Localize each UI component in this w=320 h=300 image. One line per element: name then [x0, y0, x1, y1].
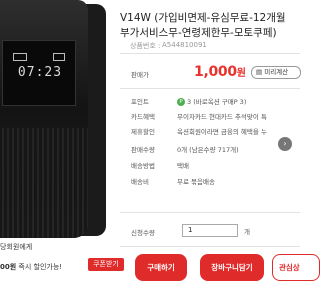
- stock-label: 판매수량: [131, 146, 155, 154]
- point-value: P3 (바로옥션 구매P 3): [177, 96, 246, 106]
- point-amount: 3: [187, 98, 192, 106]
- card-benefit-value[interactable]: 무이자카드 현대카드 추석맞이 특: [177, 111, 267, 121]
- coupon-button[interactable]: 쿠폰받기: [88, 258, 124, 271]
- point-badge-icon: P: [177, 98, 185, 106]
- shipping-method-label: 배송방법: [131, 162, 155, 170]
- partner-discount-value[interactable]: 옥션회원이라면 금융의 혜택을 누: [177, 126, 267, 136]
- phone-grip-texture: [0, 128, 88, 238]
- shipping-fee-label: 배송비: [131, 178, 149, 186]
- quantity-unit: 개: [244, 228, 250, 236]
- product-title-line1: V14W (가입비면제-유심무료-12개월: [120, 12, 286, 24]
- phone-clock: 07:23: [17, 65, 63, 80]
- quantity-input[interactable]: 1: [182, 224, 238, 237]
- divider: [120, 53, 300, 54]
- card-benefit-label: 카드혜택: [131, 113, 155, 121]
- point-note: (바로옥션 구매P 3): [193, 98, 247, 106]
- wishlist-button[interactable]: 관심상: [272, 254, 320, 281]
- point-label: 포인트: [131, 98, 149, 106]
- promo-amount: 00원: [0, 263, 17, 271]
- preview-calc-button[interactable]: ▤ 미리계산: [251, 66, 301, 79]
- stock-value: 0개 (남은수량 717개): [177, 146, 239, 154]
- buy-now-button[interactable]: 구매하기: [135, 254, 187, 281]
- price-amount: 1,000: [194, 64, 237, 80]
- price-label: 판매가: [131, 71, 149, 79]
- product-image[interactable]: 07:23: [0, 0, 118, 262]
- price-value: 1,000원: [194, 64, 246, 80]
- product-code-value: A544810091: [162, 41, 207, 49]
- shipping-method-value: 택배: [177, 162, 189, 170]
- product-code-label: 상품번호 :: [130, 42, 161, 50]
- quantity-label: 신청수량: [131, 229, 155, 237]
- divider: [120, 246, 300, 247]
- product-title-line2: 부가서비스무-연령제한무-모토쿠페): [120, 27, 277, 39]
- divider: [120, 88, 300, 89]
- divider: [120, 212, 300, 213]
- shipping-fee-value: 무료 묶음배송: [177, 178, 215, 186]
- benefit-next-arrow-icon[interactable]: ›: [278, 137, 292, 151]
- preview-calc-label: 미리계산: [264, 68, 289, 76]
- add-to-cart-button[interactable]: 장바구니담기: [200, 254, 264, 281]
- promo-discount-text: 00원 즉시 할인가능!: [0, 262, 62, 272]
- promo-discount-label: 즉시 할인가능!: [18, 263, 63, 271]
- price-currency: 원: [236, 68, 246, 79]
- battery-icon: [53, 53, 65, 61]
- signal-icon: [13, 53, 27, 61]
- partner-discount-label: 제휴할인: [131, 128, 155, 136]
- promo-member-text: 당회원에게: [0, 243, 33, 251]
- phone-outer-screen: 07:23: [2, 40, 76, 106]
- phone-body: 07:23: [0, 0, 88, 238]
